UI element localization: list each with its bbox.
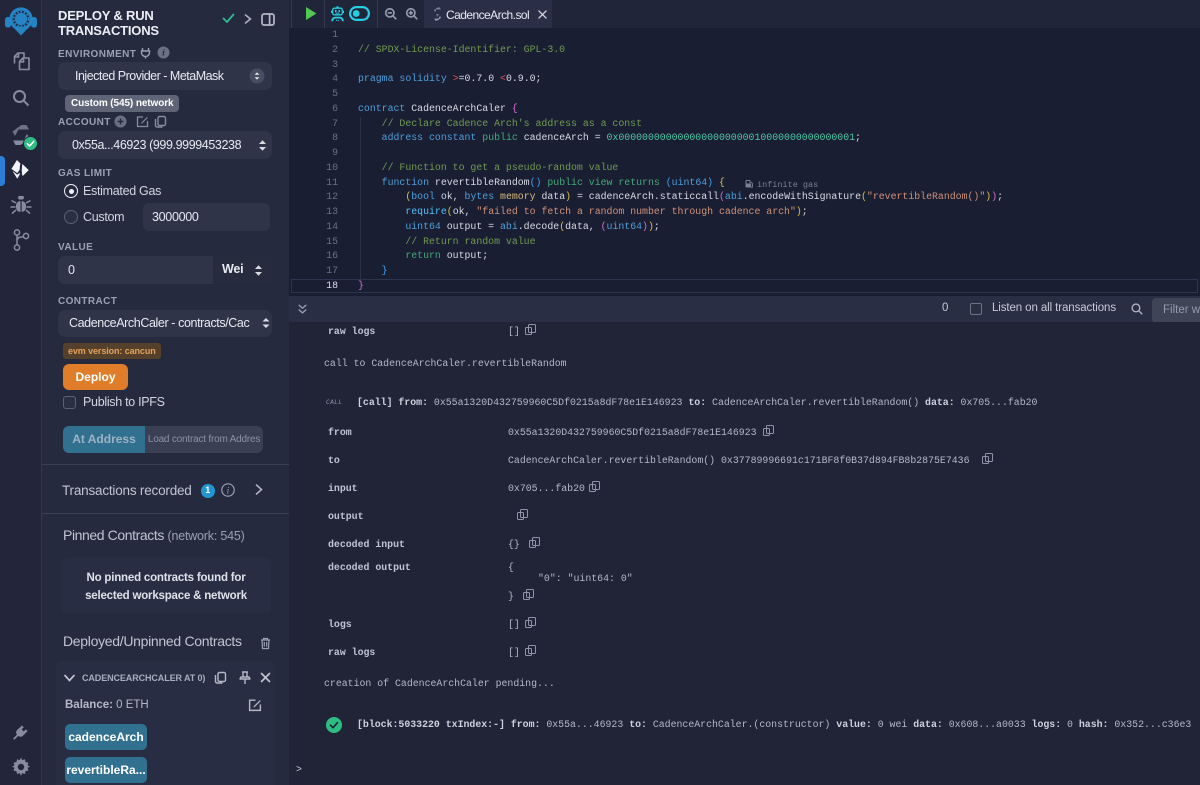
svg-text:i: i — [227, 486, 230, 496]
